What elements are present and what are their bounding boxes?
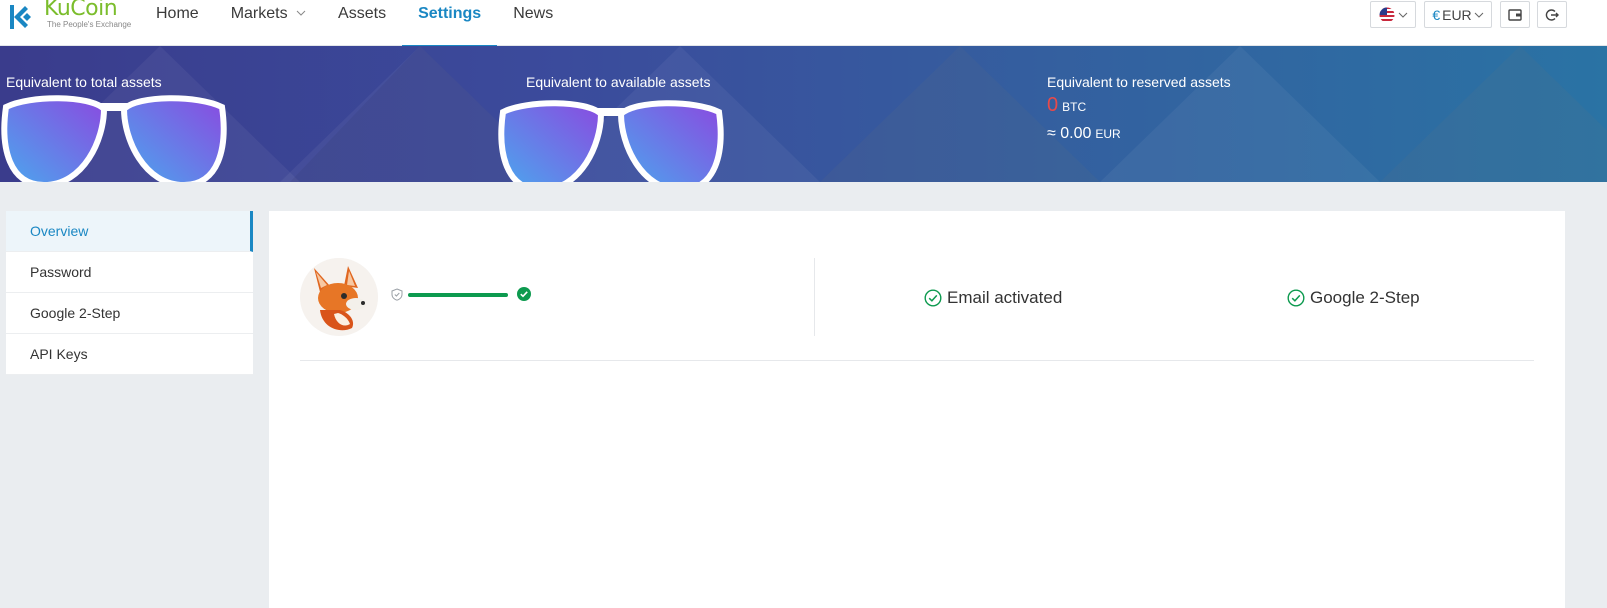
google-2step-status-label: Google 2-Step [1310, 288, 1420, 307]
brand-tagline: The People's Exchange [47, 20, 132, 29]
check-circle-icon [924, 289, 942, 307]
nav-assets[interactable]: Assets [322, 0, 402, 46]
nav-settings[interactable]: Settings [402, 0, 498, 47]
chevron-down-icon [1398, 12, 1407, 18]
available-assets-label: Equivalent to available assets [526, 74, 711, 90]
brand-name: KuCoin [44, 0, 118, 21]
top-navbar: KuCoin The People's Exchange Home Market… [0, 0, 1607, 47]
total-assets: Equivalent to total assets [6, 74, 162, 90]
sunglasses-mask-icon [498, 100, 724, 182]
nav-home-label: Home [156, 5, 199, 22]
us-flag-icon [1379, 7, 1394, 22]
check-circle-filled-icon [517, 287, 531, 301]
logout-button[interactable] [1537, 1, 1567, 28]
shield-icon [391, 288, 403, 301]
sidebar-item-api-keys[interactable]: API Keys [6, 334, 253, 375]
reserved-assets: Equivalent to reserved assets 0 BTC ≈ 0.0… [1047, 74, 1231, 143]
logout-icon [1545, 8, 1559, 21]
sidebar-item-overview[interactable]: Overview [6, 211, 253, 252]
nav-news[interactable]: News [497, 0, 569, 46]
chevron-down-icon [296, 10, 306, 16]
banner-pattern [20, 46, 1607, 182]
google-2step-status: Google 2-Step [1287, 288, 1420, 308]
nav-markets-label: Markets [230, 5, 288, 22]
wallet-button[interactable] [1500, 1, 1530, 28]
nav-home[interactable]: Home [140, 0, 215, 46]
reserved-assets-label: Equivalent to reserved assets [1047, 74, 1231, 90]
sidebar-item-label: Overview [30, 223, 89, 239]
total-assets-label: Equivalent to total assets [6, 74, 162, 90]
language-selector[interactable] [1370, 1, 1416, 28]
reserved-eur-unit: EUR [1095, 127, 1121, 141]
nav-assets-label: Assets [338, 5, 387, 22]
reserved-eur: ≈ 0.00 EUR [1047, 125, 1231, 143]
sidebar-item-label: Google 2-Step [30, 305, 121, 321]
horizontal-divider [300, 360, 1534, 361]
sidebar-item-google-2-step[interactable]: Google 2-Step [6, 293, 253, 334]
email-status-label: Email activated [947, 288, 1063, 307]
main-nav: Home Markets Assets Settings News [140, 0, 569, 47]
available-assets: Equivalent to available assets [526, 74, 710, 90]
sidebar-item-label: API Keys [30, 346, 88, 362]
currency-selector[interactable]: € EUR [1424, 1, 1492, 28]
vertical-divider [814, 258, 815, 336]
sidebar-item-password[interactable]: Password [6, 252, 253, 293]
wallet-icon [1508, 8, 1522, 21]
nav-news-label: News [513, 5, 554, 22]
reserved-eur-value: ≈ 0.00 [1047, 125, 1092, 142]
assets-banner: Equivalent to total assets Equivalent to… [0, 46, 1607, 182]
currency-label: EUR [1442, 6, 1472, 23]
check-circle-icon [1287, 289, 1305, 307]
reserved-btc: 0 BTC [1047, 94, 1231, 117]
sidebar-item-label: Password [30, 264, 92, 280]
kucoin-logo[interactable]: KuCoin The People's Exchange [4, 0, 131, 32]
euro-icon: € [1432, 6, 1441, 23]
nav-settings-label: Settings [418, 5, 482, 22]
overview-panel: Email activated Google 2-Step [269, 211, 1565, 608]
nav-markets[interactable]: Markets [215, 0, 322, 46]
kucoin-logo-icon [10, 5, 31, 29]
reserved-btc-value: 0 [1047, 94, 1059, 116]
settings-sidebar: Overview Password Google 2-Step API Keys [6, 211, 253, 375]
email-status: Email activated [924, 288, 1062, 308]
reserved-btc-unit: BTC [1062, 100, 1087, 114]
fox-avatar-icon [300, 258, 378, 336]
chevron-down-icon [1474, 12, 1484, 18]
security-level-bar [408, 293, 508, 297]
sunglasses-mask-icon [1, 95, 227, 182]
avatar[interactable] [300, 258, 378, 336]
